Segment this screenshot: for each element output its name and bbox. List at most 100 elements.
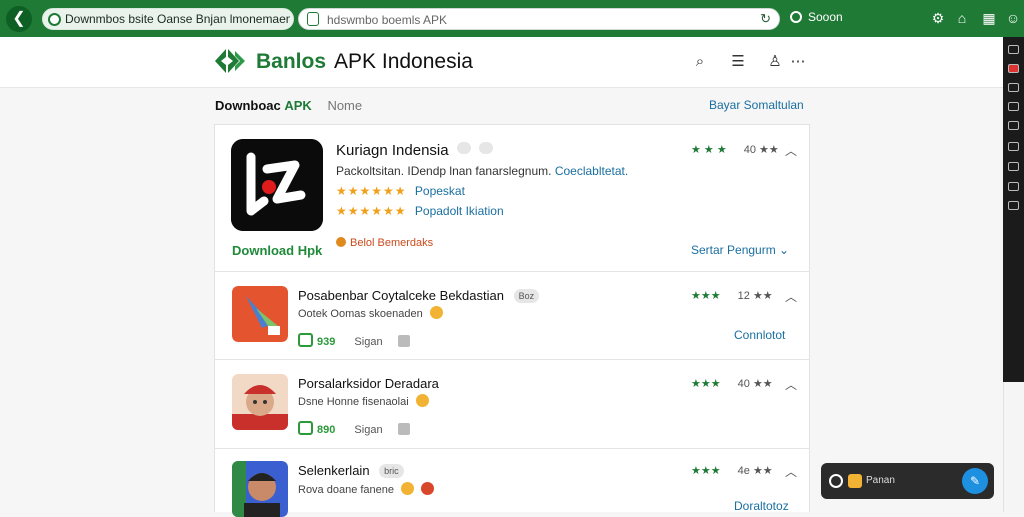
- app-icon[interactable]: [231, 139, 323, 231]
- chevron-up-icon[interactable]: ︿: [785, 376, 797, 393]
- item-rating: ★★★ 40 ★★: [691, 377, 773, 390]
- item-title-text: Selenkerlain: [298, 463, 370, 478]
- item-thumbnail[interactable]: [232, 461, 288, 517]
- site-header: Banlos APK Indonesia ⌕ ☰ ♙ ⋯: [0, 37, 1003, 88]
- app-list-card: Download Hpk Kuriagn Indensia Packoltsit…: [214, 124, 810, 517]
- chat-open-button[interactable]: ✎: [962, 468, 988, 494]
- emoji-icon: [421, 482, 435, 495]
- profile-icon[interactable]: ☺: [1004, 9, 1022, 27]
- item-subtitle: Dsne Honne fisenaolai: [298, 394, 429, 408]
- item-meta: 939 Sigan: [298, 333, 410, 348]
- back-icon[interactable]: ❮: [6, 6, 32, 32]
- emoji-icon: [848, 474, 862, 488]
- sidebar-clock-icon[interactable]: [1008, 162, 1019, 171]
- app-title: Kuriagn Indensia: [336, 142, 493, 159]
- breadcrumb: Downboac APK Nome: [215, 98, 362, 113]
- warning-note: Belol Bemerdaks: [336, 237, 433, 249]
- sidebar-more-icon[interactable]: [1008, 201, 1019, 210]
- headset-icon[interactable]: [829, 474, 843, 488]
- item-size: 890: [298, 424, 335, 436]
- list-icon[interactable]: ☰: [729, 53, 747, 71]
- sidebar-history-icon[interactable]: [1008, 83, 1019, 92]
- settings-icon[interactable]: ⚙: [929, 9, 947, 27]
- browser-tab[interactable]: Downmbos bsite Oanse Bnjan lmonemaenia: [42, 8, 294, 30]
- item-thumbnail[interactable]: [232, 286, 288, 342]
- item-title: Posabenbar Coytalceke Bekdastian Boz: [298, 288, 540, 303]
- item-tag: Boz: [513, 289, 540, 303]
- browser-sidebar: [1003, 37, 1024, 382]
- tab-title: Downmbos bsite Oanse Bnjan lmonemaenia: [65, 12, 290, 26]
- breadcrumb-right-link[interactable]: Bayar Somaltulan: [709, 98, 804, 112]
- account-icon[interactable]: ♙: [766, 53, 784, 71]
- item-version: Sigan: [354, 336, 383, 348]
- square-icon: [397, 335, 410, 347]
- brand-subtitle: APK Indonesia: [334, 50, 473, 73]
- rating-stars: ★★★: [691, 378, 721, 390]
- item-rating: ★★★ 4e ★★: [691, 464, 773, 477]
- item-link[interactable]: Doraltotoz: [734, 499, 789, 513]
- chat-label: Panan: [866, 475, 895, 486]
- more-icon[interactable]: ⋯: [789, 53, 807, 71]
- home-icon[interactable]: ⌂: [953, 9, 971, 27]
- url-text: hdswmbo boemls APK: [327, 13, 448, 27]
- download-apk-link[interactable]: Download Hpk: [232, 243, 322, 258]
- star-rating-label[interactable]: Popadolt Ikiation: [415, 204, 504, 218]
- chevron-up-icon[interactable]: ︿: [785, 142, 797, 159]
- menu-icon[interactable]: ▦: [980, 9, 998, 27]
- breadcrumb-download[interactable]: Downboac: [215, 98, 281, 113]
- sidebar-notes-icon[interactable]: [1008, 102, 1019, 111]
- item-link[interactable]: Connlotot: [734, 328, 785, 342]
- reload-icon[interactable]: ↻: [760, 11, 771, 27]
- warning-text: Belol Bemerdaks: [350, 237, 434, 249]
- app-description-text: Packoltsitan. IDendp lnan fanarslegnum.: [336, 164, 552, 178]
- rating-value: 4e ★★: [737, 465, 773, 477]
- sidebar-download-icon[interactable]: [1008, 182, 1019, 191]
- rating-value: 40 ★★: [737, 378, 773, 390]
- rating-value: 40 ★★: [743, 144, 779, 156]
- list-item[interactable]: Posabenbar Coytalceke Bekdastian Boz Oot…: [215, 272, 809, 360]
- item-title-text: Porsalarksidor Deradara: [298, 376, 439, 391]
- sidebar-chat-icon[interactable]: [1008, 142, 1019, 151]
- breadcrumb-apk[interactable]: APK: [284, 98, 311, 113]
- item-subtitle-text: Ootek Oomas skoenaden: [298, 308, 423, 320]
- app-description-link[interactable]: Coeclabltetat.: [555, 164, 628, 178]
- item-title: Selenkerlain bric: [298, 463, 404, 478]
- breadcrumb-current: Nome: [327, 98, 363, 113]
- sidebar-empty-area: [1003, 382, 1024, 512]
- item-tag: bric: [379, 464, 404, 478]
- list-item[interactable]: Selenkerlain bric Rova doane fanene ★★★ …: [215, 449, 809, 517]
- emoji-icon: [401, 482, 415, 495]
- star-rating-row: ★★★★★★ Popadolt Ikiation: [336, 204, 504, 218]
- list-item[interactable]: Porsalarksidor Deradara Dsne Honne fisen…: [215, 360, 809, 449]
- sidebar-media-icon[interactable]: [1008, 64, 1019, 73]
- rating-stars: ★ ★ ★: [691, 144, 727, 156]
- item-thumbnail[interactable]: [232, 374, 288, 430]
- brand-name[interactable]: Banlos: [256, 50, 326, 74]
- tab-favicon-icon: [48, 13, 61, 26]
- search-icon[interactable]: ⌕: [691, 53, 709, 71]
- warning-icon: [336, 237, 346, 247]
- sidebar-bookmark-icon[interactable]: [1008, 45, 1019, 54]
- featured-app-row[interactable]: Download Hpk Kuriagn Indensia Packoltsit…: [215, 125, 809, 272]
- brand-logo-icon[interactable]: [213, 47, 247, 75]
- address-bar[interactable]: hdswmbo boemls APK ↻: [298, 8, 780, 30]
- item-title: Porsalarksidor Deradara: [298, 376, 439, 391]
- sync-label: Sooon: [808, 10, 843, 24]
- badge-icon: [478, 142, 493, 154]
- sync-icon: [790, 11, 802, 23]
- rating-stars: ★★★: [691, 290, 721, 302]
- item-meta: 890 Sigan: [298, 421, 410, 436]
- star-icons: ★★★★★★: [336, 204, 407, 218]
- see-more-link[interactable]: Sertar Pengurm ⌄: [691, 243, 789, 257]
- emoji-icon: [415, 394, 429, 407]
- chevron-up-icon[interactable]: ︿: [785, 463, 797, 480]
- app-rating: ★ ★ ★ 40 ★★: [691, 143, 779, 156]
- star-rating-label[interactable]: Popeskat: [415, 184, 465, 198]
- chat-widget[interactable]: Panan ✎: [821, 463, 994, 499]
- sidebar-extensions-icon[interactable]: [1008, 121, 1019, 130]
- lock-icon: [307, 12, 319, 26]
- rating-value: 12 ★★: [737, 290, 773, 302]
- sync-button[interactable]: Sooon: [790, 10, 843, 24]
- browser-toolbar: ❮ Downmbos bsite Oanse Bnjan lmonemaenia…: [0, 0, 1024, 37]
- chevron-up-icon[interactable]: ︿: [785, 288, 797, 305]
